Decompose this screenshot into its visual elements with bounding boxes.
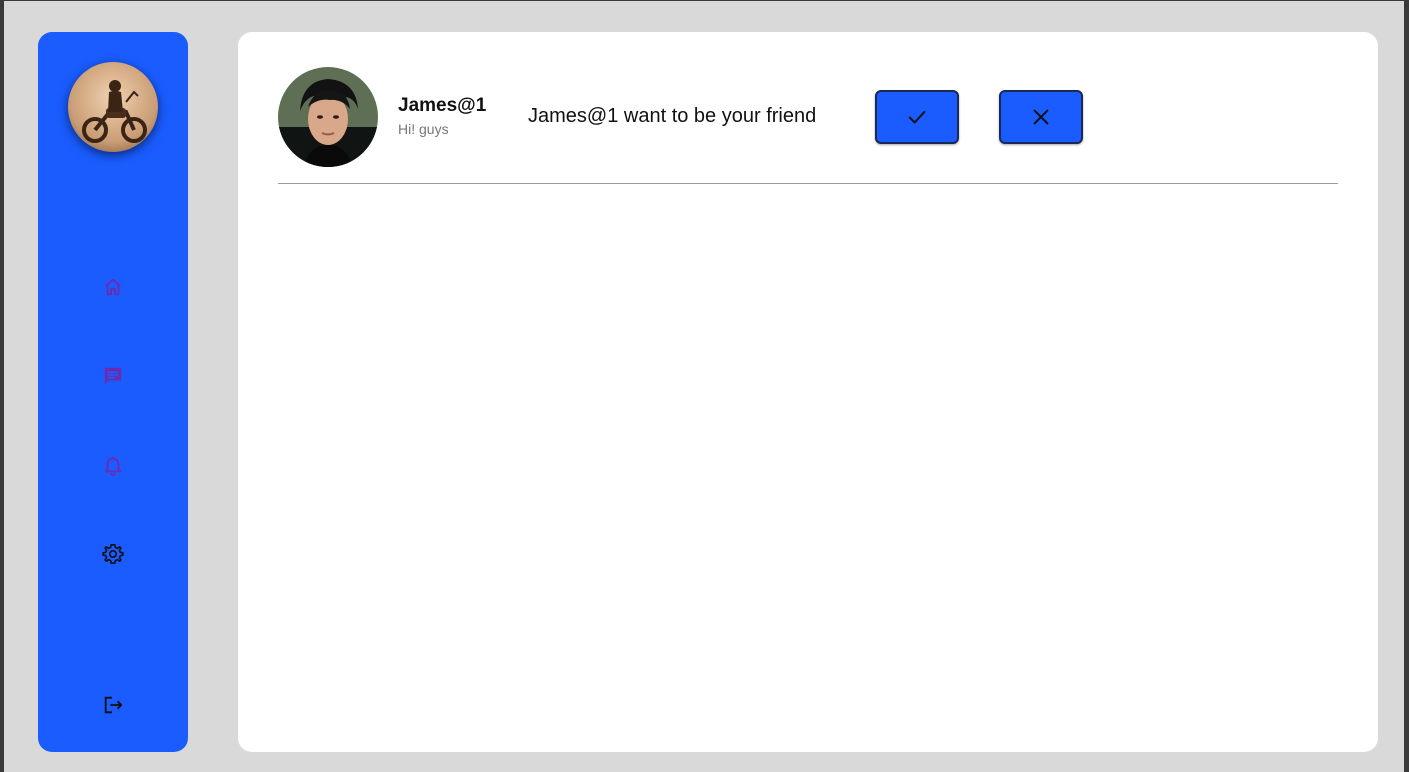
profile-avatar[interactable] [68, 62, 158, 152]
main-panel: James@1 Hi! guys James@1 want to be your… [238, 32, 1378, 752]
home-icon[interactable] [101, 275, 125, 299]
friend-status: Hi! guys [398, 121, 449, 137]
gear-icon[interactable] [101, 542, 125, 566]
logout-icon[interactable] [101, 693, 125, 717]
chat-icon[interactable] [101, 364, 125, 388]
close-icon [1033, 109, 1049, 125]
accept-request-button[interactable] [875, 90, 959, 144]
sidebar [38, 32, 188, 752]
check-icon [908, 110, 926, 124]
bell-icon[interactable] [101, 453, 125, 477]
friend-name: James@1 [398, 95, 487, 116]
app-window: James@1 Hi! guys James@1 want to be your… [0, 0, 1409, 772]
friend-request-row: James@1 Hi! guys James@1 want to be your… [278, 67, 1338, 184]
profile-avatar-image [68, 62, 158, 152]
friend-request-message: James@1 want to be your friend [528, 105, 817, 127]
friend-avatar-image [278, 67, 378, 167]
friend-avatar[interactable] [278, 67, 378, 167]
decline-request-button[interactable] [999, 90, 1083, 144]
